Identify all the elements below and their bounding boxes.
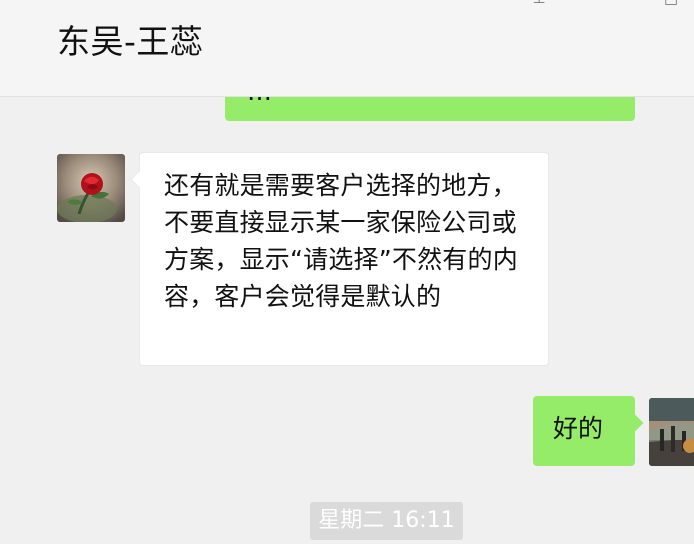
message-text: … [247, 97, 272, 107]
incoming-message[interactable]: 还有就是需要客户选择的地方，不要直接显示某一家保险公司或方案，显示“请选择”不然… [139, 152, 549, 366]
pin-icon[interactable]: ⊥ [530, 0, 548, 8]
message-list[interactable]: … 还有就是需要客户选择的地方，不要直接显示某一家保险公司或方案，显示“请选择”… [0, 97, 694, 544]
contact-avatar[interactable] [57, 154, 125, 222]
maximize-icon[interactable]: □ [662, 0, 680, 8]
self-avatar[interactable] [649, 398, 694, 466]
outgoing-message-partial[interactable]: … [225, 97, 635, 121]
outgoing-message[interactable]: 好的 [533, 396, 635, 466]
chat-title: 东吴-王蕊 [57, 22, 204, 61]
message-text: 还有就是需要客户选择的地方，不要直接显示某一家保险公司或方案，显示“请选择”不然… [164, 171, 518, 311]
outdoor-avatar-icon [649, 398, 694, 466]
message-text: 好的 [553, 414, 604, 443]
minimize-icon[interactable]: — [596, 0, 614, 8]
time-divider: 星期二 16:11 [310, 502, 463, 540]
window-controls: ⊥ — □ [528, 0, 694, 8]
rose-avatar-icon [57, 154, 125, 222]
chat-header: 东吴-王蕊 ⊥ — □ [0, 0, 694, 97]
